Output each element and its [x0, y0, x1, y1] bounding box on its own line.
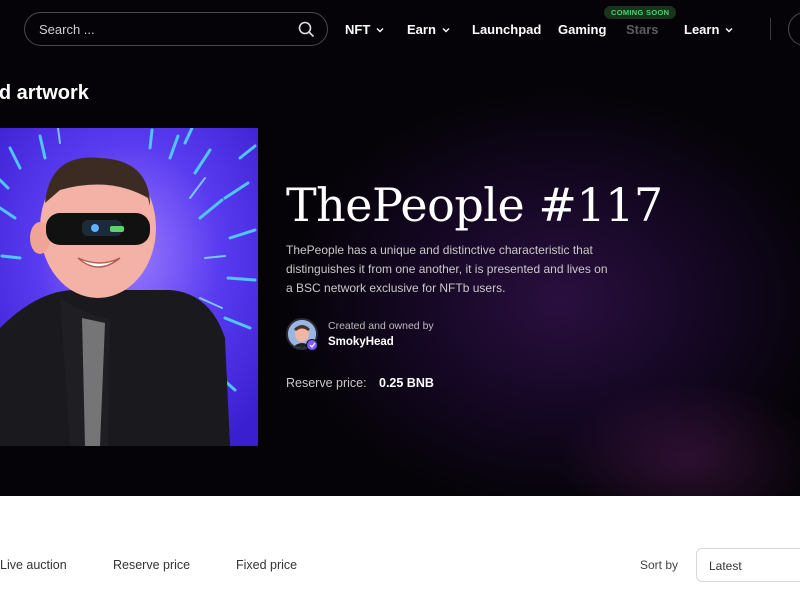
nav-gaming-label: Gaming: [558, 22, 607, 37]
tab-reserve-price[interactable]: Reserve price: [113, 558, 190, 572]
created-owned-label: Created and owned by: [328, 320, 434, 332]
background-glow: [560, 380, 800, 496]
nav-nft-label: NFT: [345, 22, 371, 37]
owner-name[interactable]: SmokyHead: [328, 336, 394, 348]
nav-gaming[interactable]: Gaming: [558, 22, 606, 37]
artwork-description: ThePeople has a unique and distinctive c…: [286, 243, 608, 295]
nav-earn[interactable]: Earn: [407, 22, 451, 37]
nav-earn-label: Earn: [407, 22, 436, 37]
tab-live-auction[interactable]: Live auction: [0, 558, 67, 572]
nav-launchpad-label: Launchpad: [472, 22, 542, 37]
nav-learn[interactable]: Learn: [684, 22, 734, 37]
chevron-down-icon: [724, 25, 734, 35]
nav-stars-label: Stars: [626, 22, 659, 37]
nav-launchpad[interactable]: Launchpad: [472, 22, 541, 37]
featured-artwork-image[interactable]: 1: [0, 128, 258, 446]
sort-label: Sort by: [640, 558, 679, 572]
section-title: red artwork: [0, 82, 89, 104]
artwork-title: ThePeople #117: [286, 178, 663, 232]
coming-soon-badge: COMING SOON: [604, 6, 677, 19]
tab-fixed-price[interactable]: Fixed price: [236, 558, 297, 572]
chevron-down-icon: [441, 25, 451, 35]
nav-learn-label: Learn: [684, 22, 720, 37]
search-icon[interactable]: [297, 20, 315, 38]
sort-dropdown[interactable]: Latest: [696, 548, 800, 582]
search-input[interactable]: [39, 21, 297, 37]
reserve-price-label: Reserve price:: [286, 376, 367, 390]
nav-stars[interactable]: Stars: [626, 22, 659, 37]
sort-value: Latest: [709, 559, 742, 573]
reserve-price-value: 0.25 BNB: [379, 376, 434, 390]
verified-icon: [306, 339, 318, 351]
search-bar[interactable]: [24, 12, 328, 46]
header-divider: [770, 18, 771, 40]
chevron-down-icon: [375, 25, 385, 35]
nav-nft[interactable]: NFT: [345, 22, 385, 37]
